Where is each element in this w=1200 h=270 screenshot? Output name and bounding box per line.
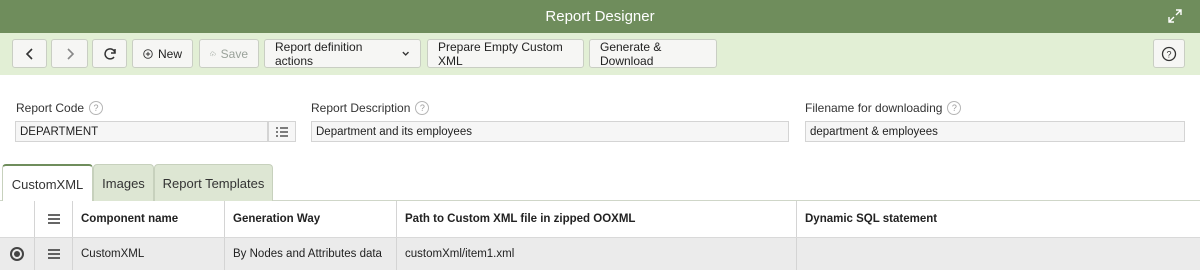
back-button[interactable] [12, 39, 47, 68]
tab-customxml-label: CustomXML [11, 176, 84, 192]
row-actions-cell[interactable] [35, 238, 73, 270]
cell-component: CustomXML [73, 238, 225, 270]
column-header-generation-label: Generation Way [233, 213, 321, 225]
report-code-value: DEPARTMENT [20, 125, 99, 138]
window-title: Report Designer [545, 8, 655, 25]
cell-generation-text: By Nodes and Attributes data [233, 248, 382, 260]
plus-circle-icon [143, 48, 153, 59]
generate-download-button[interactable]: Generate & Download [589, 39, 717, 68]
column-header-component-label: Component name [81, 213, 179, 225]
prepare-empty-custom-xml-button[interactable]: Prepare Empty Custom XML [427, 39, 584, 68]
column-header-sql-label: Dynamic SQL statement [805, 213, 938, 225]
chevron-right-icon [66, 47, 74, 60]
column-header-path[interactable]: Path to Custom XML file in zipped OOXML [397, 201, 797, 237]
list-icon [276, 126, 288, 137]
save-button[interactable]: Save [199, 39, 259, 68]
tab-images[interactable]: Images [93, 164, 154, 201]
select-column-header [0, 201, 35, 237]
generate-download-label: Generate & Download [600, 39, 662, 68]
new-button-label: New [157, 46, 182, 61]
tab-report-templates[interactable]: Report Templates [154, 164, 273, 201]
report-description-value: Department and its employees [316, 125, 472, 138]
cell-path-text: customXml/item1.xml [405, 248, 515, 260]
menu-icon [47, 214, 60, 224]
table-row[interactable]: CustomXML By Nodes and Attributes data c… [0, 238, 1200, 270]
filename-value: department & employees [810, 125, 938, 138]
cell-generation: By Nodes and Attributes data [225, 238, 397, 270]
forward-button[interactable] [51, 39, 88, 68]
row-select-cell[interactable] [0, 238, 35, 270]
tab-report-templates-label: Report Templates [162, 175, 265, 191]
report-definition-actions-label: Report definition actions [275, 39, 363, 68]
cell-sql [797, 238, 1200, 270]
question-circle-icon: ? [1161, 46, 1177, 61]
column-header-generation[interactable]: Generation Way [225, 201, 397, 237]
report-description-label-text: Report Description [311, 101, 411, 115]
expand-icon[interactable] [1168, 9, 1182, 23]
new-button[interactable]: New [132, 39, 193, 68]
row-actions-header[interactable] [35, 201, 73, 237]
grid-header: Component name Generation Way Path to Cu… [0, 201, 1200, 238]
tab-images-label: Images [102, 175, 145, 191]
cloud-upload-icon [210, 51, 216, 56]
report-code-label-text: Report Code [16, 101, 85, 115]
refresh-icon [103, 47, 116, 60]
help-icon[interactable]: ? [947, 101, 962, 115]
report-code-label: Report Code ? [16, 101, 104, 115]
cell-component-text: CustomXML [81, 248, 145, 260]
refresh-button[interactable] [92, 39, 127, 68]
column-header-sql[interactable]: Dynamic SQL statement [797, 201, 1200, 237]
report-code-field[interactable]: DEPARTMENT [15, 121, 268, 142]
svg-text:?: ? [1166, 49, 1171, 59]
save-button-label: Save [220, 46, 248, 61]
help-icon[interactable]: ? [89, 101, 104, 115]
filename-label: Filename for downloading ? [805, 101, 962, 115]
window-titlebar: Report Designer [0, 0, 1200, 33]
list-of-values-button[interactable] [268, 121, 296, 142]
column-header-component[interactable]: Component name [73, 201, 225, 237]
menu-icon [47, 249, 60, 259]
filename-field[interactable]: department & employees [805, 121, 1185, 142]
chevron-left-icon [25, 47, 33, 60]
report-definition-actions-button[interactable]: Report definition actions [264, 39, 421, 68]
radio-selected-icon[interactable] [10, 247, 24, 261]
help-button[interactable]: ? [1153, 39, 1185, 68]
tab-customxml[interactable]: CustomXML [2, 164, 93, 202]
filename-label-text: Filename for downloading [805, 101, 943, 115]
toolbar: New Save Report definition actions Prepa… [0, 33, 1200, 75]
report-description-label: Report Description ? [311, 101, 430, 115]
prepare-empty-custom-xml-label: Prepare Empty Custom XML [438, 39, 563, 68]
help-icon[interactable]: ? [415, 101, 430, 115]
chevron-down-icon [402, 51, 409, 56]
cell-path: customXml/item1.xml [397, 238, 797, 270]
report-description-field[interactable]: Department and its employees [311, 121, 789, 142]
column-header-path-label: Path to Custom XML file in zipped OOXML [405, 213, 636, 225]
